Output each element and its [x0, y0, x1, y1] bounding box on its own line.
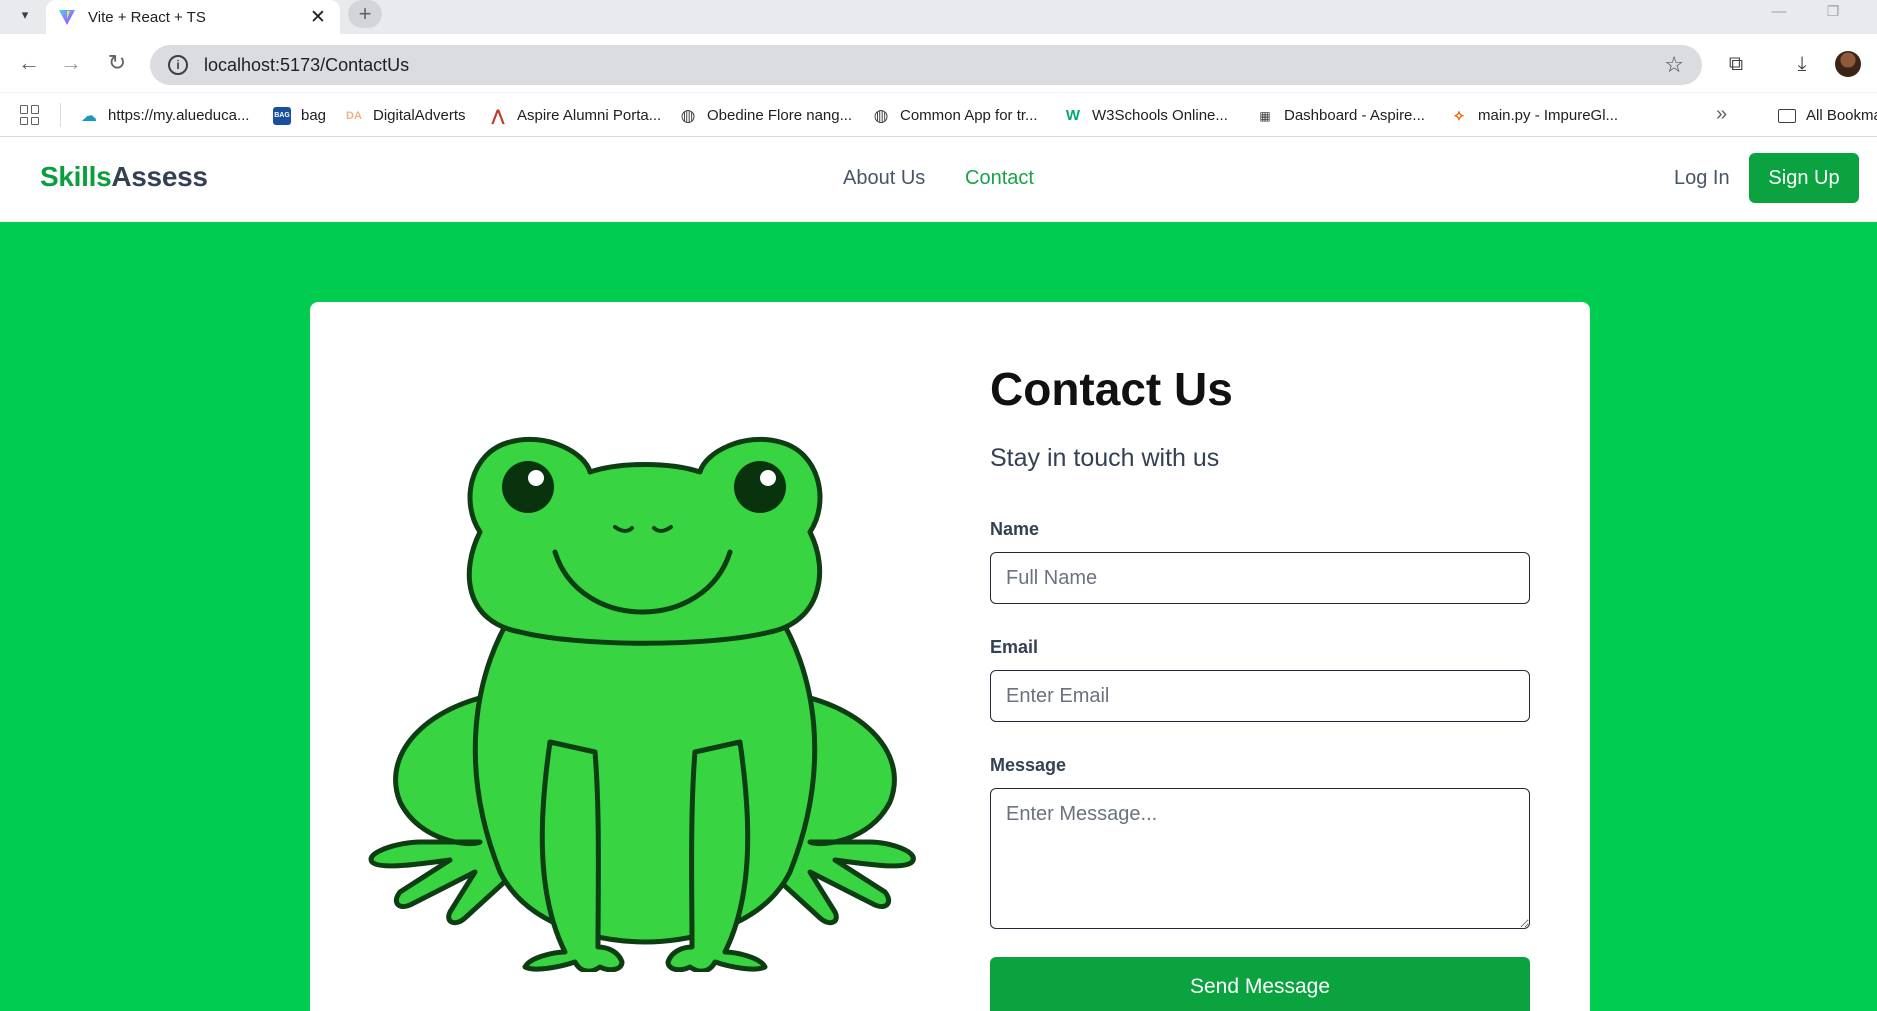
more-bookmarks-chevron-icon[interactable]: »: [1716, 103, 1727, 126]
bookmark-label: W3Schools Online...: [1092, 107, 1228, 124]
browser-tabstrip: ▾ Vite + React + TS ✕ + — ❐: [0, 0, 1877, 34]
frog-illustration: [368, 436, 916, 972]
contact-form: Contact Us Stay in touch with us Name Em…: [990, 362, 1530, 1011]
bookmark-label: https://my.alueduca...: [108, 107, 250, 124]
message-textarea[interactable]: [990, 788, 1530, 929]
tab-close-icon[interactable]: ✕: [308, 6, 328, 29]
email-label: Email: [990, 637, 1039, 657]
bookmark-item[interactable]: ⟡ main.py - ImpureGl...: [1450, 93, 1618, 138]
all-bookmarks[interactable]: All Bookma: [1778, 93, 1877, 138]
globe-icon: ◍: [873, 105, 889, 125]
extensions-icon[interactable]: ⧉: [1722, 50, 1750, 78]
signup-button[interactable]: Sign Up: [1749, 153, 1859, 203]
digitaladverts-icon: DA: [346, 109, 362, 122]
bookmark-item[interactable]: ▦ Dashboard - Aspire...: [1256, 93, 1425, 138]
contact-card: Contact Us Stay in touch with us Name Em…: [310, 302, 1590, 1011]
send-message-button[interactable]: Send Message: [990, 957, 1530, 1011]
salesforce-cloud-icon: ☁: [81, 107, 97, 125]
bookmark-item[interactable]: W W3Schools Online...: [1064, 93, 1228, 138]
bookmark-label: main.py - ImpureGl...: [1478, 107, 1619, 124]
download-icon[interactable]: ⤓: [1788, 50, 1816, 78]
bookmark-label: Common App for tr...: [900, 107, 1038, 124]
all-bookmarks-label: All Bookma: [1806, 107, 1877, 124]
address-bar[interactable]: i localhost:5173/ContactUs ☆: [150, 45, 1702, 85]
folder-icon: [1778, 108, 1796, 123]
nav-contact[interactable]: Contact: [965, 167, 1034, 190]
dashboard-icon: ▦: [1259, 108, 1271, 123]
new-tab-button[interactable]: +: [348, 0, 382, 28]
bookmark-item[interactable]: DA DigitalAdverts: [345, 93, 466, 138]
tab-search-chevron-icon[interactable]: ▾: [12, 2, 38, 28]
minimize-icon[interactable]: —: [1768, 3, 1790, 25]
bookmark-item[interactable]: BAG bag: [273, 93, 326, 138]
browser-tab[interactable]: Vite + React + TS ✕: [46, 0, 340, 34]
bookmarks-divider: [60, 103, 61, 127]
bookmark-item[interactable]: ◍ Common App for tr...: [872, 93, 1038, 138]
bookmark-label: Dashboard - Aspire...: [1284, 107, 1425, 124]
bookmark-label: Obedine Flore nang...: [707, 107, 853, 124]
restore-window-icon[interactable]: ❐: [1822, 3, 1844, 25]
logo-text-skills: Skills: [40, 161, 112, 192]
browser-toolbar: ← → ↻ i localhost:5173/ContactUs ☆ ⧉ ⤓: [0, 34, 1877, 92]
bookmark-label: bag: [301, 107, 327, 124]
message-label: Message: [990, 755, 1067, 775]
main-content: Contact Us Stay in touch with us Name Em…: [0, 222, 1877, 1011]
back-arrow-icon[interactable]: ←: [14, 48, 44, 78]
login-link[interactable]: Log In: [1674, 167, 1730, 190]
replit-icon: ⟡: [1454, 107, 1464, 124]
bag-icon: BAG: [273, 106, 291, 125]
logo-text-assess: Assess: [111, 161, 208, 192]
name-input[interactable]: [990, 552, 1530, 604]
contact-title: Contact Us: [990, 363, 1233, 415]
contact-subtitle: Stay in touch with us: [990, 444, 1220, 472]
vite-logo-icon: [59, 10, 75, 25]
w3schools-icon: W: [1065, 107, 1081, 124]
globe-icon: ◍: [680, 105, 696, 125]
site-header: SkillsAssess About Us Contact Log In Sig…: [0, 137, 1877, 222]
bookmark-star-icon[interactable]: ☆: [1664, 52, 1684, 78]
bookmark-label: Aspire Alumni Porta...: [517, 107, 662, 124]
bookmark-label: DigitalAdverts: [373, 107, 466, 124]
bookmark-item[interactable]: ⋀ Aspire Alumni Porta...: [489, 93, 661, 138]
tab-title: Vite + React + TS: [88, 8, 206, 26]
name-label: Name: [990, 519, 1040, 539]
forward-arrow-icon[interactable]: →: [56, 48, 86, 78]
reload-icon[interactable]: ↻: [102, 48, 132, 78]
address-url[interactable]: localhost:5173/ContactUs: [204, 55, 409, 76]
email-input[interactable]: [990, 670, 1530, 722]
nav-about-us[interactable]: About Us: [843, 167, 925, 190]
apps-grid-icon[interactable]: [20, 105, 40, 125]
site-logo[interactable]: SkillsAssess: [40, 161, 208, 193]
profile-avatar[interactable]: [1835, 51, 1861, 77]
bookmark-item[interactable]: ☁ https://my.alueduca...: [80, 93, 249, 138]
bookmarks-bar: ☁ https://my.alueduca... BAG bag DA Digi…: [0, 92, 1877, 137]
site-info-icon[interactable]: i: [168, 55, 188, 75]
aspire-icon: ⋀: [491, 107, 505, 125]
bookmark-item[interactable]: ◍ Obedine Flore nang...: [679, 93, 853, 138]
